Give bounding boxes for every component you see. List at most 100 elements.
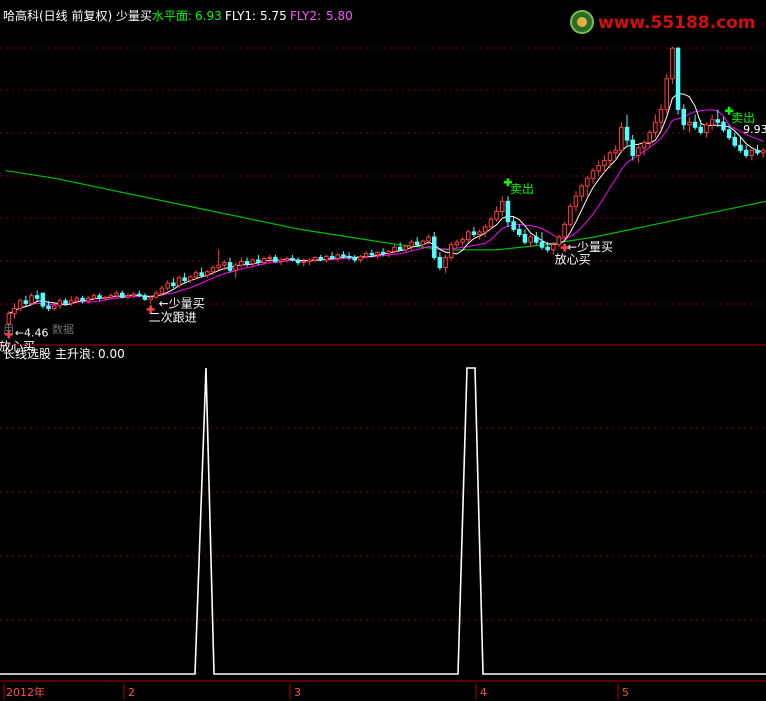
candle-body — [743, 149, 749, 156]
candle-body — [216, 264, 221, 269]
candle-body — [125, 295, 131, 298]
candle-body — [466, 231, 471, 241]
candle-body — [760, 149, 766, 154]
candle-body — [137, 293, 142, 297]
candle-body — [278, 259, 284, 262]
candle-body — [318, 256, 323, 261]
candle-body — [721, 121, 726, 131]
candle-body — [346, 255, 352, 258]
candle-body — [403, 245, 409, 251]
candle-body — [307, 259, 312, 262]
candle-body — [749, 149, 755, 156]
candle-body — [704, 124, 709, 134]
water-label: 水平面: — [152, 9, 192, 23]
candle-body — [57, 300, 63, 307]
candle-body — [103, 296, 108, 299]
candle-body — [664, 78, 669, 110]
candle-body — [34, 295, 40, 299]
candle-body — [256, 259, 261, 264]
candle-body — [380, 251, 386, 254]
candle-body — [675, 47, 681, 110]
candle-body — [97, 295, 102, 299]
candle-body — [709, 119, 715, 126]
candle-body — [556, 236, 562, 246]
candle-body — [273, 256, 278, 262]
candle-body — [573, 195, 579, 207]
stock-chart-window: 哈高科(日线 前复权) 少量买 水平面: 6.93 FLY1: 5.75 FLY2: 5.8… — [0, 0, 766, 701]
candle-body — [437, 256, 443, 269]
candle-body — [636, 147, 641, 156]
chart-title: 哈高科(日线 前复权) 少量买 — [3, 8, 152, 23]
fly2-value: 5.80 — [326, 9, 353, 23]
candle-body — [165, 282, 170, 289]
indicator-series-label: 主升浪: — [55, 346, 95, 361]
candle-body — [483, 226, 488, 233]
candle-body — [738, 144, 743, 151]
candle-body — [687, 121, 692, 126]
candle-body — [397, 246, 403, 251]
candle-body — [658, 108, 664, 123]
candle-body — [602, 160, 607, 167]
candle-body — [539, 241, 545, 248]
candle-body — [40, 292, 46, 307]
candle-body — [171, 282, 176, 287]
candle-body — [324, 255, 329, 261]
candle-body — [63, 300, 68, 304]
candle-body — [295, 259, 301, 264]
candle-body — [369, 252, 375, 256]
ma-long-line — [5, 170, 766, 251]
time-axis-bar — [0, 682, 766, 701]
fly2-label: FLY2: — [290, 9, 321, 23]
candle-body — [159, 287, 165, 294]
candle-body — [114, 292, 119, 297]
candle-body — [562, 223, 567, 238]
candle-body — [653, 121, 658, 133]
candle-body — [647, 131, 652, 144]
candle-body — [726, 129, 732, 139]
candle-body — [352, 256, 357, 261]
indicator-series-value: 0.00 — [98, 347, 125, 361]
candle-body — [488, 218, 494, 228]
candle-body — [108, 295, 114, 298]
stock-chart[interactable]: 哈高科(日线 前复权) 少量买 水平面: 6.93 FLY1: 5.75 FLY2: 5.8… — [0, 0, 766, 701]
candle-body — [732, 137, 737, 146]
candle-body — [517, 228, 522, 235]
fly1-value: 5.75 — [260, 9, 287, 23]
candle-body — [590, 170, 596, 179]
time-axis-label: 2012年 — [6, 685, 45, 699]
water-value: 6.93 — [195, 9, 222, 23]
candle-body — [420, 240, 426, 246]
candle-body — [505, 200, 511, 223]
candle-body — [341, 254, 346, 257]
candle-body — [613, 149, 618, 154]
candle-body — [335, 254, 340, 259]
candle-body — [29, 295, 34, 304]
candle-body — [182, 277, 187, 281]
candle-body — [681, 108, 686, 126]
candle-body — [23, 300, 29, 304]
candle-body — [239, 261, 244, 266]
time-axis-label: 3 — [294, 686, 301, 699]
candle-body — [199, 272, 204, 276]
candle-body — [120, 292, 125, 298]
low-price-label: ←4.46 — [15, 326, 49, 339]
follow-buy-label: 二次跟进 — [149, 310, 197, 324]
candle-body — [244, 261, 250, 264]
candle-body — [261, 258, 267, 264]
candle-body — [188, 276, 193, 281]
candle-body — [358, 255, 363, 261]
indicator-line — [0, 367, 766, 675]
indicator-name: 长线选股 — [3, 347, 51, 361]
candle-body — [210, 267, 216, 273]
candle-body — [607, 152, 613, 162]
candle-body — [290, 258, 295, 261]
ma-short-line — [8, 93, 764, 315]
candle-body — [585, 177, 590, 187]
time-axis-label: 2 — [128, 686, 135, 699]
watermark-logo-core-icon — [577, 17, 587, 27]
candle-body — [131, 293, 136, 297]
candle-body — [312, 256, 318, 261]
candle-body — [551, 244, 556, 251]
candle-body — [596, 165, 601, 172]
candle-body — [460, 239, 465, 243]
